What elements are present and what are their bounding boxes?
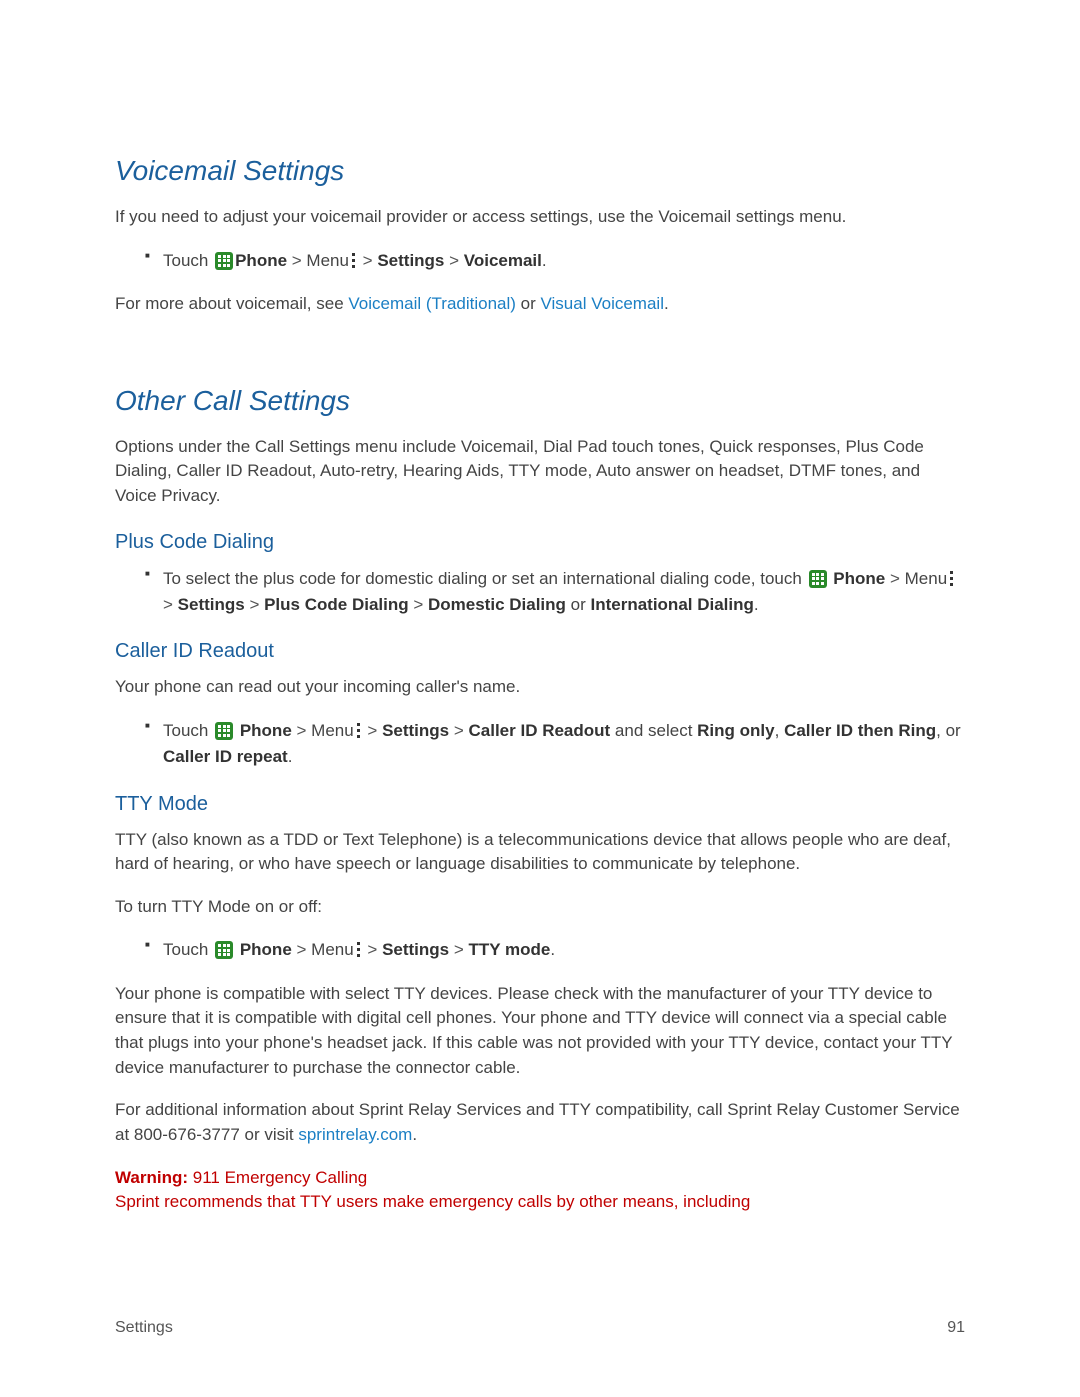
phone-app-icon — [215, 722, 233, 740]
separator: > — [444, 251, 463, 270]
voicemail-step: Touch Phone > Menu > Settings > Voicemai… — [145, 248, 965, 274]
domestic-dialing-label: Domestic Dialing — [428, 595, 566, 614]
settings-label: Settings — [382, 940, 449, 959]
menu-label: Menu — [311, 721, 354, 740]
heading-caller-id-readout: Caller ID Readout — [115, 640, 965, 663]
caller-id-repeat-label: Caller ID repeat — [163, 747, 288, 766]
separator: > — [292, 940, 311, 959]
page-footer: Settings 91 — [115, 1319, 965, 1337]
warning-911: Warning: 911 Emergency Calling Sprint re… — [115, 1166, 965, 1215]
heading-voicemail-settings: Voicemail Settings — [115, 155, 965, 187]
tty-description: TTY (also known as a TDD or Text Telepho… — [115, 828, 965, 877]
separator: > — [885, 569, 904, 588]
voicemail-label: Voicemail — [464, 251, 542, 270]
footer-section-name: Settings — [115, 1319, 173, 1337]
text: , — [775, 721, 784, 740]
tty-toggle-intro: To turn TTY Mode on or off: — [115, 895, 965, 920]
phone-label: Phone — [235, 251, 287, 270]
phone-label: Phone — [240, 721, 292, 740]
phone-app-icon — [809, 570, 827, 588]
settings-label: Settings — [377, 251, 444, 270]
text: For additional information about Sprint … — [115, 1100, 960, 1144]
menu-label: Menu — [306, 251, 349, 270]
separator: > — [363, 940, 382, 959]
link-visual-voicemail[interactable]: Visual Voicemail — [541, 294, 664, 313]
text: Touch — [163, 251, 213, 270]
phone-app-icon — [215, 252, 233, 270]
heading-other-call-settings: Other Call Settings — [115, 385, 965, 417]
text: and select — [610, 721, 697, 740]
warning-body: Sprint recommends that TTY users make em… — [115, 1192, 750, 1211]
tty-relay-info: For additional information about Sprint … — [115, 1098, 965, 1147]
phone-label: Phone — [833, 569, 885, 588]
text: Touch — [163, 940, 213, 959]
menu-overflow-icon — [356, 942, 361, 958]
caller-id-list: Touch Phone > Menu > Settings > Caller I… — [115, 718, 965, 771]
voicemail-steps-list: Touch Phone > Menu > Settings > Voicemai… — [115, 248, 965, 274]
heading-tty-mode: TTY Mode — [115, 793, 965, 816]
text: To select the plus code for domestic dia… — [163, 569, 807, 588]
text: . — [542, 251, 547, 270]
separator: > — [358, 251, 377, 270]
voicemail-intro: If you need to adjust your voicemail pro… — [115, 205, 965, 230]
text: For more about voicemail, see — [115, 294, 348, 313]
menu-overflow-icon — [356, 723, 361, 739]
text: . — [754, 595, 759, 614]
warning-title: 911 Emergency Calling — [188, 1168, 367, 1187]
tty-step: Touch Phone > Menu > Settings > TTY mode… — [145, 937, 965, 963]
separator: > — [449, 940, 468, 959]
text: . — [664, 294, 669, 313]
other-call-intro: Options under the Call Settings menu inc… — [115, 435, 965, 509]
caller-id-readout-label: Caller ID Readout — [469, 721, 611, 740]
phone-app-icon — [215, 941, 233, 959]
tty-compatibility: Your phone is compatible with select TTY… — [115, 982, 965, 1081]
separator: > — [163, 595, 178, 614]
warning-label: Warning: — [115, 1168, 188, 1187]
voicemail-more-info: For more about voicemail, see Voicemail … — [115, 292, 965, 317]
heading-plus-code-dialing: Plus Code Dialing — [115, 531, 965, 554]
separator: > — [245, 595, 264, 614]
ring-only-label: Ring only — [697, 721, 774, 740]
text: or — [516, 294, 541, 313]
menu-overflow-icon — [949, 571, 954, 587]
plus-code-list: To select the plus code for domestic dia… — [115, 566, 965, 619]
text: or — [566, 595, 591, 614]
text: . — [550, 940, 555, 959]
plus-code-dialing-label: Plus Code Dialing — [264, 595, 409, 614]
separator: > — [292, 721, 311, 740]
document-page: Voicemail Settings If you need to adjust… — [0, 0, 1080, 1397]
link-voicemail-traditional[interactable]: Voicemail (Traditional) — [348, 294, 516, 313]
link-sprintrelay[interactable]: sprintrelay.com — [298, 1125, 412, 1144]
text: Touch — [163, 721, 213, 740]
caller-id-then-ring-label: Caller ID then Ring — [784, 721, 936, 740]
text: , or — [936, 721, 961, 740]
menu-overflow-icon — [351, 253, 356, 269]
footer-page-number: 91 — [947, 1319, 965, 1337]
text: . — [288, 747, 293, 766]
separator: > — [449, 721, 468, 740]
separator: > — [363, 721, 382, 740]
settings-label: Settings — [382, 721, 449, 740]
settings-label: Settings — [178, 595, 245, 614]
tty-mode-label: TTY mode — [469, 940, 551, 959]
separator: > — [287, 251, 306, 270]
caller-id-step: Touch Phone > Menu > Settings > Caller I… — [145, 718, 965, 771]
separator: > — [409, 595, 428, 614]
phone-label: Phone — [240, 940, 292, 959]
plus-code-step: To select the plus code for domestic dia… — [145, 566, 965, 619]
caller-id-intro: Your phone can read out your incoming ca… — [115, 675, 965, 700]
international-dialing-label: International Dialing — [590, 595, 753, 614]
menu-label: Menu — [311, 940, 354, 959]
text: . — [412, 1125, 417, 1144]
menu-label: Menu — [905, 569, 948, 588]
tty-list: Touch Phone > Menu > Settings > TTY mode… — [115, 937, 965, 963]
